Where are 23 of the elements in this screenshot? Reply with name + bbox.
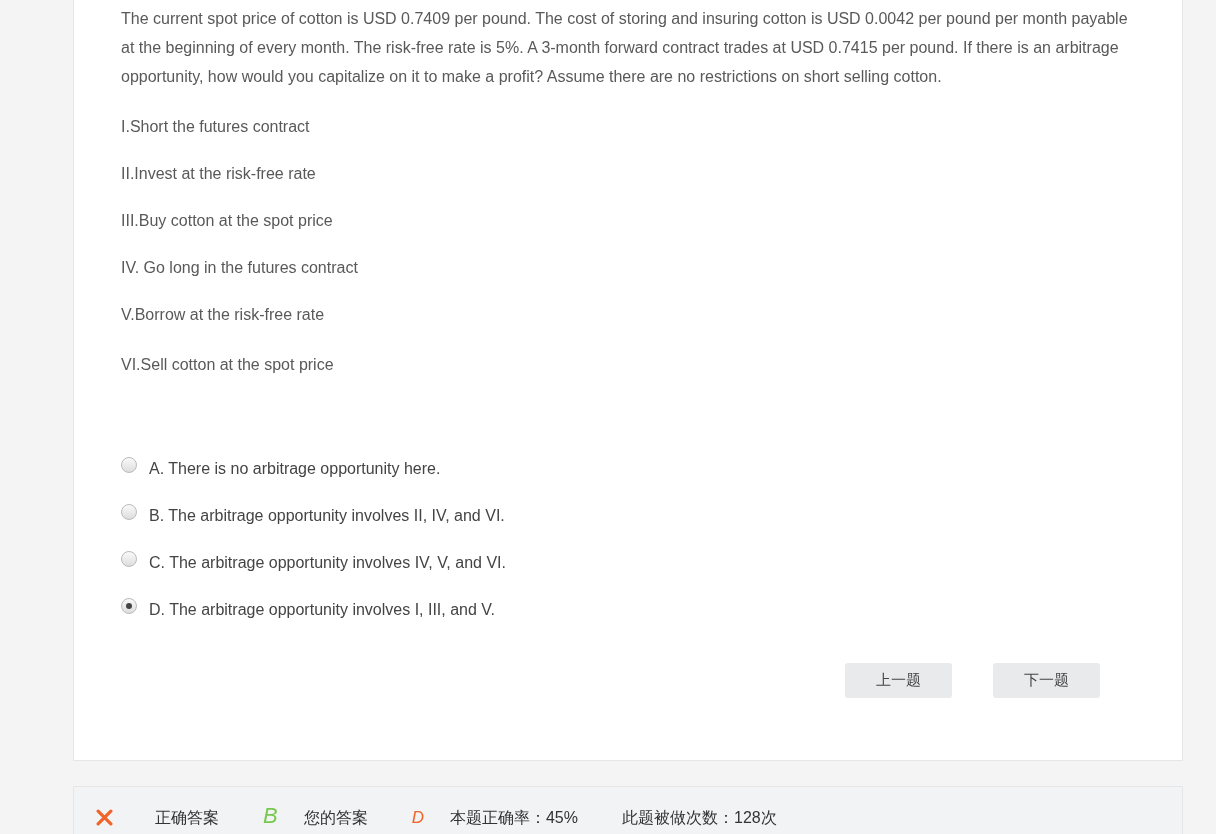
nav-button[interactable]: 下一题	[993, 663, 1100, 698]
correct-answer-value: B	[263, 803, 278, 829]
correct-answer-label: 正确答案	[155, 807, 219, 828]
statement-text: V.Borrow at the risk-free rate	[121, 305, 326, 325]
option-label[interactable]: A. There is no arbitrage opportunity here.	[149, 460, 441, 478]
question-text: The current spot price of cotton is USD 0.7409 per pound. The cost of storing and insuring cotton is USD 0.0042 per pound per month payable at the beginning of every month. The risk-free rate is 5%. A 3-month forward contract trades at USD 0.7415 per pound. If there is an arbitrage opportunity, how would you capitalize on it to make a profit? Assume there are no restrictions on short selling cotton.	[121, 9, 1129, 87]
option-label[interactable]: D. The arbitrage opportunity involves I, III, and V.	[149, 601, 495, 619]
statement-text: IV. Go long in the futures contract	[121, 258, 359, 278]
attempts-text: 此题被做次数：128次	[622, 807, 777, 828]
option-label[interactable]: C. The arbitrage opportunity involves IV, V, and VI.	[149, 554, 506, 572]
radio-button[interactable]	[121, 598, 137, 614]
your-answer-value: D	[411, 808, 424, 828]
your-answer-label: 您的答案	[303, 807, 368, 828]
radio-button[interactable]	[121, 504, 137, 520]
statement-text: II.Invest at the risk-free rate	[121, 164, 317, 184]
nav-button[interactable]: 上一题	[845, 663, 952, 698]
radio-button[interactable]	[121, 551, 137, 567]
statement-text: I.Short the futures contract	[121, 117, 311, 137]
option-label[interactable]: B. The arbitrage opportunity involves II, IV, and VI.	[149, 507, 505, 525]
statement-text: III.Buy cotton at the spot price	[121, 211, 334, 231]
accuracy-text: 本题正确率：45%	[449, 807, 578, 828]
radio-button[interactable]	[121, 457, 137, 473]
statement-text: VI.Sell cotton at the spot price	[121, 355, 335, 375]
